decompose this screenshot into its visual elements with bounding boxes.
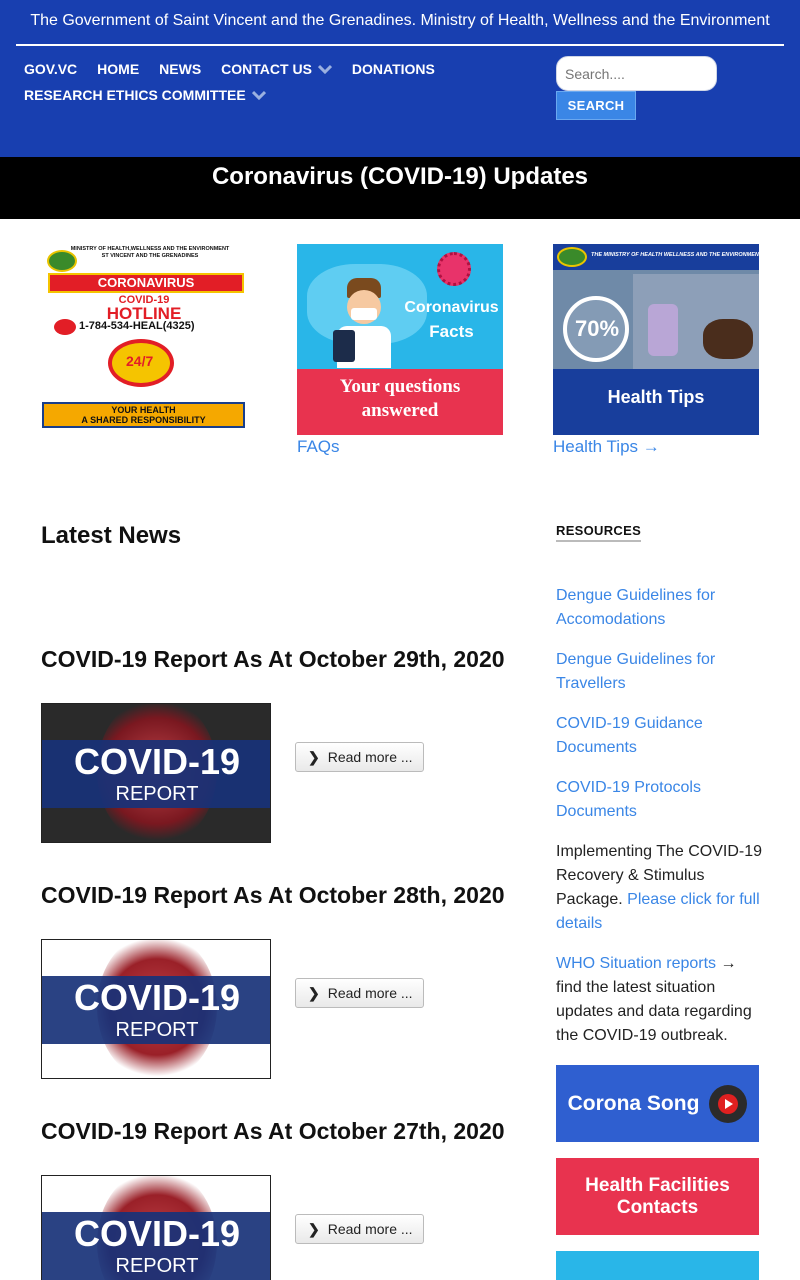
search-button[interactable]: SEARCH	[556, 91, 636, 120]
resource-link-covid-protocols[interactable]: COVID-19 Protocols Documents	[556, 776, 766, 824]
hotline-footer-line1: YOUR HEALTH	[111, 405, 176, 415]
hotline-card[interactable]: MINISTRY OF HEALTH,WELLNESS AND THE ENVI…	[41, 244, 247, 435]
resources-sidebar: RESOURCES Dengue Guidelines for Accomoda…	[556, 522, 766, 1280]
post-thumbnail[interactable]: COVID-19 REPORT	[41, 703, 271, 843]
health-facilities-label: Health Facilities Contacts	[585, 1174, 730, 1218]
nav-item-donations[interactable]: DONATIONS	[352, 61, 435, 77]
hotline-hours: 24/7	[126, 353, 154, 369]
tips-bottom-band: Health Tips	[553, 369, 759, 435]
nav-item-news[interactable]: NEWS	[159, 61, 201, 77]
thumb-title: COVID-19	[73, 1213, 241, 1254]
health-tips-link[interactable]: Health Tips →	[553, 437, 759, 457]
hotline-poster[interactable]: MINISTRY OF HEALTH,WELLNESS AND THE ENVI…	[41, 244, 247, 435]
hotline-country-line: ST VINCENT AND THE GRENADINES	[101, 253, 199, 259]
nav-row-2: RESEARCH ETHICS COMMITTEE	[24, 84, 524, 106]
nav-row-1: GOV.VC HOME NEWS CONTACT US DONATIONS	[24, 58, 524, 80]
read-more-label: Read more ...	[327, 749, 413, 765]
corona-song-label: Corona Song	[567, 1091, 700, 1115]
tips-bottom-text: Health Tips	[607, 387, 705, 407]
read-more-label: Read more ...	[327, 985, 413, 1001]
read-more-button[interactable]: ❯ Read more ...	[295, 1214, 424, 1244]
facts-bottom-line2: answered	[361, 400, 439, 421]
thumb-band: COVID-19 REPORT	[42, 976, 270, 1044]
tips-logo	[557, 247, 587, 267]
stimulus-paragraph: Implementing The COVID-19 Recovery & Sti…	[556, 840, 766, 936]
facts-bottom-band: Your questions answered	[297, 369, 503, 435]
resource-link-dengue-accomodations[interactable]: Dengue Guidelines for Accomodations	[556, 584, 766, 632]
sidebar-banner-cyan[interactable]	[556, 1251, 759, 1280]
tips-top-text: THE MINISTRY OF HEALTH WELLNESS AND THE …	[591, 252, 759, 258]
health-facilities-banner[interactable]: Health Facilities Contacts	[556, 1158, 759, 1235]
read-more-button[interactable]: ❯ Read more ...	[295, 978, 424, 1008]
hand-shape	[703, 319, 753, 359]
post-title-1[interactable]: COVID-19 Report As At October 29th, 2020	[41, 646, 505, 673]
chevron-right-icon: ❯	[308, 984, 320, 1001]
thumb-band: COVID-19 REPORT	[42, 740, 270, 808]
nav-item-contact-us-label: CONTACT US	[221, 61, 312, 77]
site-header: The Government of Saint Vincent and the …	[0, 0, 800, 157]
thumb-subtitle: REPORT	[115, 1255, 199, 1277]
latest-news-heading: Latest News	[41, 522, 182, 549]
hotline-ministry-line: MINISTRY OF HEALTH,WELLNESS AND THE ENVI…	[70, 246, 230, 252]
facts-title-line2: Facts	[429, 322, 474, 341]
nav-item-gov[interactable]: GOV.VC	[24, 61, 77, 77]
facts-bottom-line1: Your questions	[339, 376, 461, 397]
main-nav: GOV.VC HOME NEWS CONTACT US DONATIONS RE…	[24, 58, 524, 110]
sanitizer-bottle	[648, 304, 678, 356]
play-icon	[709, 1084, 748, 1123]
read-more-label: Read more ...	[327, 1221, 413, 1237]
site-title[interactable]: The Government of Saint Vincent and the …	[16, 0, 784, 46]
thumb-band: COVID-19 REPORT	[42, 1212, 270, 1280]
chevron-right-icon: ❯	[308, 1220, 320, 1237]
phone-icon	[54, 319, 76, 335]
nav-item-contact-us[interactable]: CONTACT US	[221, 61, 332, 77]
tips-percent: 70%	[574, 316, 620, 341]
chevron-right-icon: ❯	[308, 748, 320, 765]
chevron-down-icon[interactable]	[251, 90, 266, 100]
tips-poster[interactable]: THE MINISTRY OF HEALTH WELLNESS AND THE …	[553, 244, 759, 435]
chevron-down-icon[interactable]	[317, 64, 332, 74]
faq-card[interactable]: Coronavirus Facts Your questions answere…	[297, 244, 503, 457]
covid-banner: Coronavirus (COVID-19) Updates	[0, 157, 800, 219]
resource-link-covid-guidance[interactable]: COVID-19 Guidance Documents	[556, 712, 766, 760]
hotline-phone-number: 1-784-534-HEAL(4325)	[79, 320, 195, 332]
doctor-illustration	[333, 278, 395, 368]
who-paragraph: WHO Situation reports → find the latest …	[556, 952, 766, 1048]
post-thumbnail[interactable]: COVID-19 REPORT	[41, 939, 271, 1079]
post-thumbnail[interactable]: COVID-19 REPORT	[41, 1175, 271, 1280]
hotline-coronavirus-label: CORONAVIRUS	[48, 273, 244, 293]
search-input[interactable]	[556, 56, 717, 91]
hotline-footer: YOUR HEALTH A SHARED RESPONSIBILITY	[42, 402, 245, 428]
health-tips-card[interactable]: THE MINISTRY OF HEALTH WELLNESS AND THE …	[553, 244, 759, 457]
virus-icon	[437, 252, 471, 286]
page-title: Coronavirus (COVID-19) Updates	[211, 163, 589, 190]
resource-links: Dengue Guidelines for Accomodations Deng…	[556, 584, 766, 824]
who-situation-link[interactable]: WHO Situation reports	[556, 955, 716, 972]
read-more-button[interactable]: ❯ Read more ...	[295, 742, 424, 772]
facts-title-line1: Coronavirus	[404, 299, 499, 316]
thumb-title: COVID-19	[73, 977, 241, 1018]
resource-link-dengue-travellers[interactable]: Dengue Guidelines for Travellers	[556, 648, 766, 696]
facts-poster[interactable]: Coronavirus Facts Your questions answere…	[297, 244, 503, 435]
thumb-subtitle: REPORT	[115, 1019, 199, 1041]
thumb-subtitle: REPORT	[115, 783, 199, 805]
nav-item-research-ethics-label: RESEARCH ETHICS COMMITTEE	[24, 87, 246, 103]
nav-item-home[interactable]: HOME	[97, 61, 139, 77]
thumb-title: COVID-19	[73, 741, 241, 782]
post-title-2[interactable]: COVID-19 Report As At October 28th, 2020	[41, 882, 505, 909]
faq-link[interactable]: FAQs	[297, 437, 503, 457]
hotline-footer-line2: A SHARED RESPONSIBILITY	[81, 415, 206, 425]
post-title-3[interactable]: COVID-19 Report As At October 27th, 2020	[41, 1118, 505, 1145]
nav-item-research-ethics[interactable]: RESEARCH ETHICS COMMITTEE	[24, 87, 266, 103]
resources-heading: RESOURCES	[556, 523, 642, 542]
corona-song-banner[interactable]: Corona Song	[556, 1065, 759, 1142]
tips-top-band: THE MINISTRY OF HEALTH WELLNESS AND THE …	[553, 244, 759, 270]
